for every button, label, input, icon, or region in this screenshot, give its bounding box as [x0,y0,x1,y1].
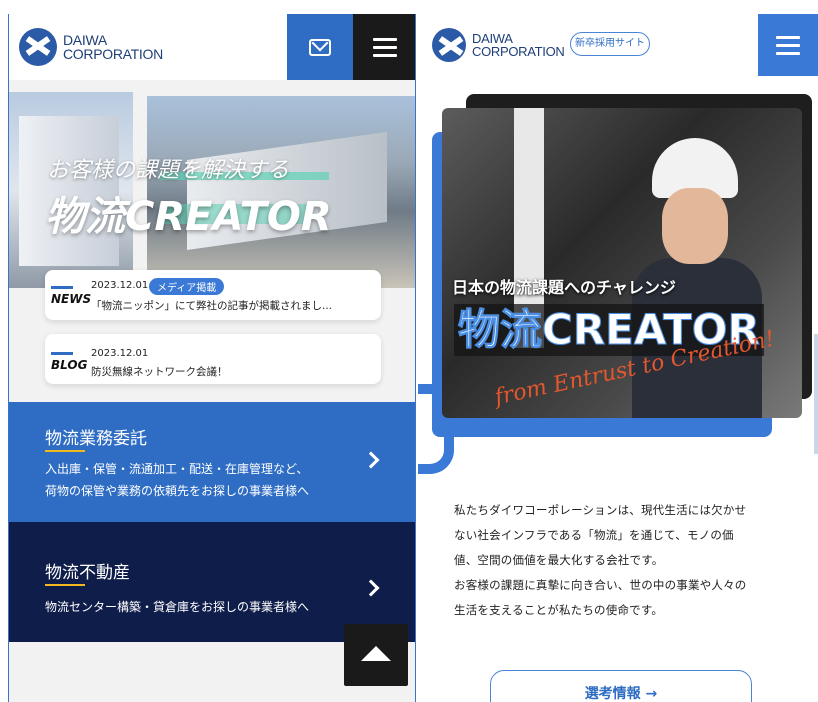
blog-card[interactable]: BLOG 2023.12.01 防災無線ネットワーク会議！ [45,334,381,384]
service-logistics-outsourcing[interactable]: 物流業務委託 入出庫・保管・流通加工・配送・在庫管理など、 荷物の保管や業務の依… [9,402,415,522]
news-date: 2023.12.01 [91,280,149,291]
hero-title: 物流CREATOR [45,194,332,240]
hero-banner: お客様の課題を解決する 物流CREATOR [9,92,415,288]
company-logo[interactable]: DAIWA CORPORATION [19,28,163,66]
logo-mark-icon [432,28,466,62]
service-desc-line2: 荷物の保管や業務の依頼先をお探しの事業者様へ [45,484,310,498]
news-title: 「物流ニッポン」にて弊社の記事が掲載されまし... [91,300,333,312]
right-screen: DAIWA CORPORATION 新卒採用サイト 日本の物流課題へのチャレンジ… [418,14,818,702]
logo-line2: CORPORATION [63,46,163,62]
news-badge: メディア掲載 [149,278,225,295]
menu-button[interactable] [353,14,415,80]
intro-line-3: 値、空間の価値を最大化する会社です。 [454,553,664,567]
logo-line2: CORPORATION [472,44,565,59]
blog-date: 2023.12.01 [91,348,149,359]
selection-info-button[interactable]: 選考情報 → [490,670,752,702]
chevron-right-icon [362,451,380,469]
news-tag: NEWS [51,292,92,306]
left-screen: DAIWA CORPORATION お客様の課題を解決する 物流CREATOR … [8,14,416,702]
service-desc-line1: 入出庫・保管・流通加工・配送・在庫管理など、 [45,462,309,476]
hero-catchphrase: お客様の課題を解決する [47,158,290,183]
hamburger-icon [373,37,397,41]
intro-line-1: 私たちダイワコーポレーションは、現代生活には欠かせ [454,503,747,517]
header: DAIWA CORPORATION [9,14,415,80]
intro-line-2: ない社会インフラである「物流」を通じて、モノの価 [454,528,734,542]
chevron-right-icon [362,579,380,597]
logo-line1: DAIWA [63,32,107,48]
intro-line-5: 生活を支えることが私たちの使命です。 [454,603,664,617]
service-title: 物流業務委託 [45,429,147,449]
back-to-top-button[interactable] [344,624,408,686]
contact-button[interactable] [287,14,353,80]
logo-mark-icon [19,28,57,66]
hero-photo: 日本の物流課題へのチャレンジ 物流CREATOR from Entrust to… [442,108,802,418]
news-card[interactable]: NEWS 2023.12.01 メディア掲載 「物流ニッポン」にて弊社の記事が掲… [45,270,381,320]
recruit-site-link[interactable]: 新卒採用サイト [570,32,650,56]
service-title: 物流不動産 [45,563,130,583]
service-desc: 物流センター構築・貸倉庫をお探しの事業者様へ [45,600,310,614]
menu-button[interactable] [758,14,818,76]
intro-line-4: お客様の課題に真摯に向き合い、世の中の事業や人々の [454,578,747,592]
blog-title: 防災無線ネットワーク会議！ [91,366,228,378]
mail-icon [309,38,331,56]
hamburger-icon [776,35,800,39]
blog-tag: BLOG [51,358,88,372]
hero-subtitle: 日本の物流課題へのチャレンジ [452,278,676,297]
company-logo[interactable]: DAIWA CORPORATION [432,28,565,62]
